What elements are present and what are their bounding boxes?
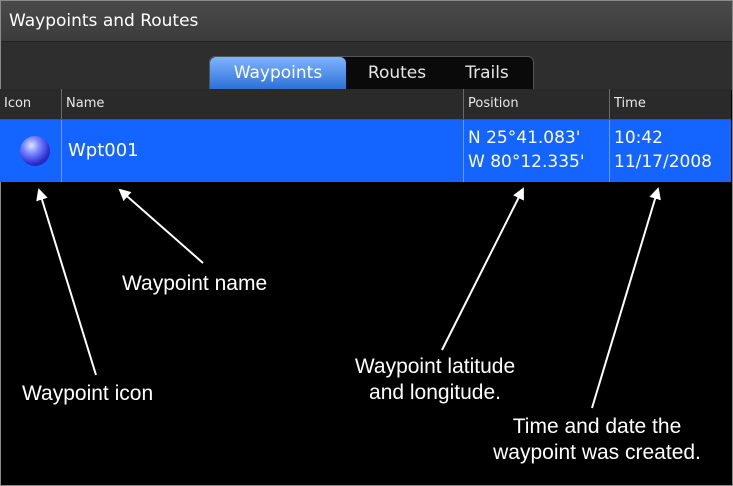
tab-trails[interactable]: Trails: [457, 57, 517, 90]
tab-bar: Waypoints Routes Trails: [209, 56, 534, 90]
annotation-position-line1: Waypoint latitude: [354, 355, 516, 378]
annotation-waypoint-name: Waypoint name: [122, 272, 268, 295]
annotation-time-line2: waypoint was created.: [493, 441, 701, 464]
annotation-time-line1: Time and date the: [512, 415, 682, 438]
table-header: Icon Name Position Time: [0, 89, 731, 120]
column-header-name[interactable]: Name: [62, 89, 464, 119]
waypoint-time-cell: 10:42 11/17/2008: [610, 120, 731, 182]
tab-routes[interactable]: Routes: [357, 57, 437, 90]
title-bar: Waypoints and Routes: [1, 1, 732, 42]
waypoint-date: 11/17/2008: [614, 152, 712, 172]
column-header-icon[interactable]: Icon: [0, 89, 62, 119]
waypoint-icon: [20, 136, 50, 166]
column-header-position[interactable]: Position: [464, 89, 610, 119]
waypoint-position-cell: N 25°41.083' W 80°12.335': [464, 120, 610, 182]
waypoint-latitude: N 25°41.083': [468, 128, 581, 148]
annotation-position-line2: and longitude.: [369, 381, 501, 404]
waypoint-time: 10:42: [614, 128, 663, 148]
waypoint-longitude: W 80°12.335': [468, 152, 585, 172]
waypoint-icon-cell: [0, 120, 62, 182]
waypoint-name-cell: Wpt001: [62, 120, 464, 182]
annotation-waypoint-icon: Waypoint icon: [22, 382, 154, 405]
annotation-time: Time and date the waypoint was created.: [464, 414, 730, 466]
annotation-position: Waypoint latitude and longitude.: [332, 354, 538, 406]
waypoint-name: Wpt001: [68, 140, 139, 161]
column-header-time[interactable]: Time: [610, 89, 731, 119]
tab-waypoints[interactable]: Waypoints: [210, 57, 346, 90]
window-title: Waypoints and Routes: [9, 11, 199, 31]
table-row[interactable]: Wpt001 N 25°41.083' W 80°12.335' 10:42 1…: [0, 120, 731, 182]
